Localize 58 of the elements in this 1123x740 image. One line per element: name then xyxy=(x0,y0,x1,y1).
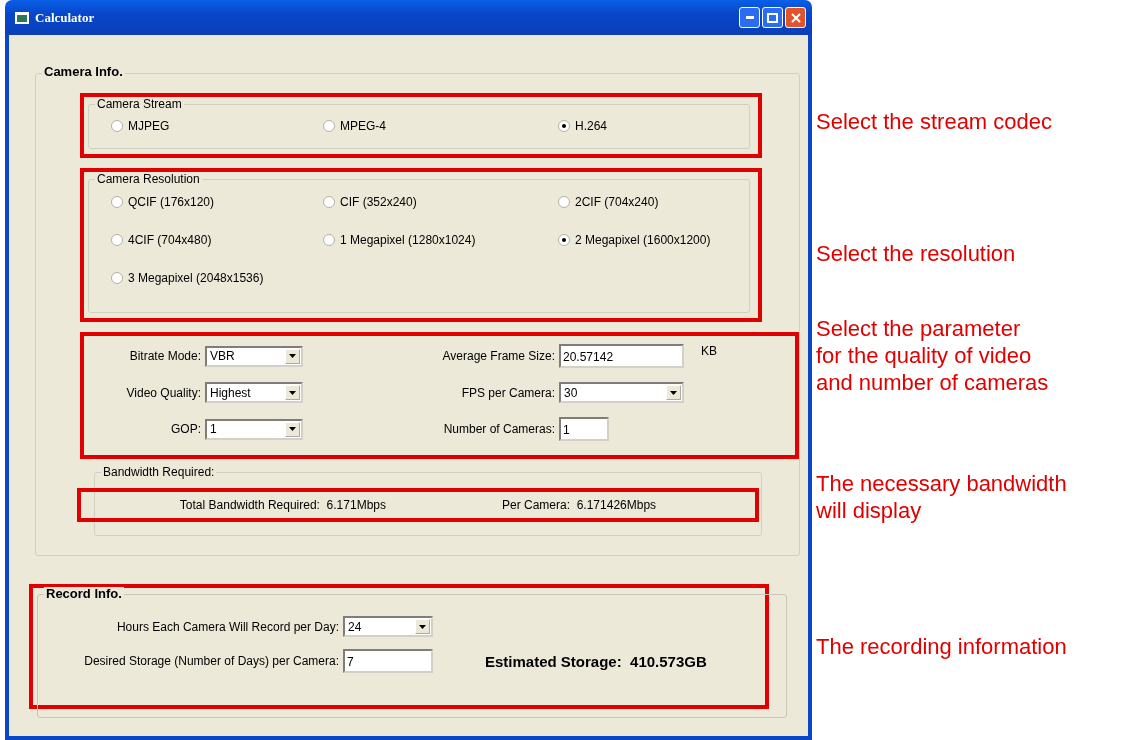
input-field[interactable]: 7 xyxy=(343,649,433,673)
radio-button[interactable] xyxy=(558,120,570,132)
radio-label[interactable]: QCIF (176x120) xyxy=(128,195,215,209)
window-title: Calculator xyxy=(35,9,96,26)
maximize-icon xyxy=(767,12,778,23)
radio-label[interactable]: 3 Megapixel (2048x1536) xyxy=(128,271,264,285)
group-title: Camera Info. xyxy=(42,65,125,79)
radio-label[interactable]: H.264 xyxy=(575,119,608,133)
radio-button[interactable] xyxy=(558,234,570,246)
radio-button[interactable] xyxy=(111,234,123,246)
radio-label[interactable]: MPEG-4 xyxy=(340,119,386,133)
field-label: Number of Cameras: xyxy=(442,422,556,436)
dropdown[interactable]: 1 xyxy=(205,418,303,440)
minimize-icon xyxy=(745,16,754,19)
bandwidth-total: Total Bandwidth Required: 6.171Mbps xyxy=(178,498,386,512)
radio-button[interactable] xyxy=(323,234,335,246)
radio-button[interactable] xyxy=(323,196,335,208)
estimated-storage: Estimated Storage: 410.573GB xyxy=(484,652,708,670)
input-field[interactable]: 1 xyxy=(559,417,609,441)
radio-label[interactable]: 2 Megapixel (1600x1200) xyxy=(575,233,711,247)
field-label: FPS per Camera: xyxy=(460,385,556,400)
radio-label[interactable]: 1 Megapixel (1280x1024) xyxy=(340,233,476,247)
app-icon xyxy=(15,11,29,24)
radio-label[interactable]: CIF (352x240) xyxy=(340,195,417,209)
radio-label[interactable]: MJPEG xyxy=(128,119,170,133)
field-label: Bitrate Mode: xyxy=(128,349,202,363)
radio-button[interactable] xyxy=(111,272,123,284)
field-label: Desired Storage (Number of Days) per Camera: xyxy=(83,654,340,668)
input-field[interactable]: 20.57142 xyxy=(559,344,684,368)
field-label: GOP: xyxy=(170,422,202,436)
maximize-button[interactable] xyxy=(762,7,783,28)
field-label: Hours Each Camera Will Record per Day: xyxy=(115,619,340,634)
annotation-text: The recording information xyxy=(816,633,1067,660)
radio-button[interactable] xyxy=(111,196,123,208)
dropdown[interactable]: 24 xyxy=(343,616,433,637)
radio-button[interactable] xyxy=(558,196,570,208)
radio-button[interactable] xyxy=(111,120,123,132)
radio-label[interactable]: 2CIF (704x240) xyxy=(575,195,659,209)
annotation-text: Select the stream codec xyxy=(816,108,1052,135)
bandwidth-per-camera: Per Camera: 6.171426Mbps xyxy=(501,498,658,512)
group-title: Camera Stream xyxy=(95,97,184,111)
radio-label[interactable]: 4CIF (704x480) xyxy=(128,233,212,247)
field-label: Average Frame Size: xyxy=(441,349,556,363)
dropdown[interactable]: 30 xyxy=(559,382,684,403)
close-button[interactable] xyxy=(785,7,806,28)
annotation-text: The necessary bandwidth will display xyxy=(816,470,1067,524)
close-icon xyxy=(790,12,801,23)
annotation-text: Select the parameter for the quality of video and number of cameras xyxy=(816,315,1049,396)
group-title: Camera Resolution xyxy=(95,172,202,186)
group-title: Bandwidth Required: xyxy=(101,465,217,479)
annotation-text: Select the resolution xyxy=(816,240,1016,267)
minimize-button[interactable] xyxy=(739,7,760,28)
dropdown[interactable]: Highest xyxy=(205,382,303,403)
dropdown[interactable]: VBR xyxy=(205,345,303,367)
unit-label: KB xyxy=(701,344,717,358)
radio-button[interactable] xyxy=(323,120,335,132)
field-label: Video Quality: xyxy=(125,385,202,400)
group-title: Record Info. xyxy=(44,587,124,601)
